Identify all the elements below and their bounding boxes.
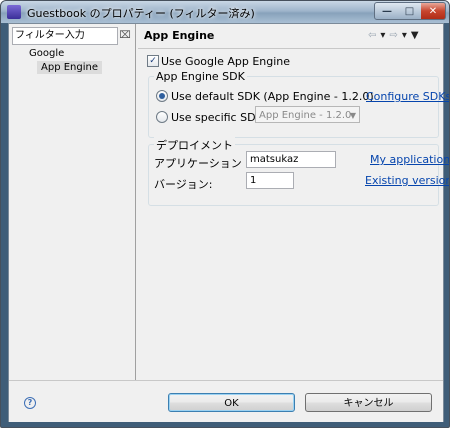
tree-item-app-engine[interactable]: App Engine [37,61,102,74]
close-button[interactable]: ✕ [421,2,446,20]
application-id-label: アプリケーション ID: [154,157,261,170]
ok-button[interactable]: OK [168,393,295,412]
properties-dialog: Guestbook のプロパティー (フィルター済み) — □ ✕ フィルター入… [0,0,450,428]
forward-menu-icon[interactable]: ▾ [402,30,407,41]
cancel-button[interactable]: キャンセル [305,393,432,412]
window-title: Guestbook のプロパティー (フィルター済み) [27,7,255,20]
clear-filter-icon[interactable]: ⌧ [119,28,131,42]
app-engine-sdk-group-title: App Engine SDK [154,70,247,83]
title-separator [138,48,440,49]
version-input[interactable]: 1 [246,172,294,189]
page-nav: ⇦ ▾ ⇨ ▾ ▼ [368,30,419,41]
tree-item-google[interactable]: Google [29,48,64,59]
page-title: App Engine [144,29,215,42]
chevron-down-icon: ▼ [349,111,356,120]
specific-sdk-select-value: App Engine - 1.2.0 [259,110,352,121]
use-specific-sdk-label[interactable]: Use specific SDK: [171,111,266,124]
specific-sdk-select[interactable]: App Engine - 1.2.0 ▼ [255,106,360,123]
sidebar: フィルター入力 ⌧ Google App Engine [9,24,136,380]
eclipse-icon [7,5,21,19]
version-label: バージョン: [154,178,213,191]
view-menu-icon[interactable]: ▼ [411,30,419,41]
filter-input[interactable]: フィルター入力 [12,27,118,45]
configure-sdks-link[interactable]: Configure SDKs... [366,90,449,103]
deployment-group-title: デプロイメント [154,137,235,153]
maximize-button[interactable]: □ [398,2,422,20]
application-id-input[interactable]: matsukaz [246,151,336,168]
use-google-app-engine-label[interactable]: Use Google App Engine [161,55,290,68]
my-applications-link[interactable]: My applications... [370,153,449,166]
help-icon[interactable]: ? [24,397,36,409]
use-google-app-engine-checkbox[interactable]: ✓ [147,55,159,67]
minimize-button[interactable]: — [374,2,400,20]
dialog-client-area: フィルター入力 ⌧ Google App Engine App Engine ⇦… [8,23,449,422]
button-bar: ? OK キャンセル [9,380,443,422]
properties-page: App Engine ⇦ ▾ ⇨ ▾ ▼ ✓ Use Google App En… [136,24,449,380]
back-menu-icon[interactable]: ▾ [380,30,385,41]
title-bar[interactable]: Guestbook のプロパティー (フィルター済み) — □ ✕ [1,1,449,23]
use-specific-sdk-radio[interactable] [156,111,168,123]
forward-arrow-icon[interactable]: ⇨ [389,30,397,41]
use-default-sdk-radio[interactable] [156,90,168,102]
use-default-sdk-label[interactable]: Use default SDK (App Engine - 1.2.0) [171,90,374,103]
existing-versions-link[interactable]: Existing versions... [365,174,449,187]
back-arrow-icon[interactable]: ⇦ [368,30,376,41]
